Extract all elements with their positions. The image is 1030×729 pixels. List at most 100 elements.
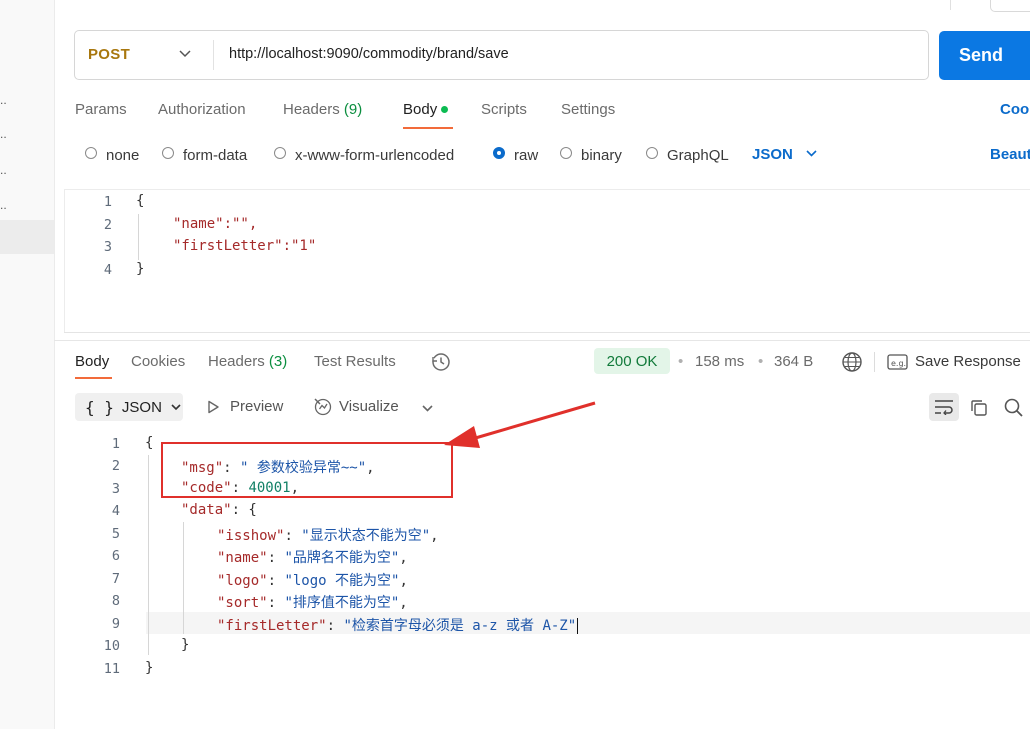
line-number: 2 (111, 458, 120, 474)
url-input[interactable]: http://localhost:9090/commodity/brand/sa… (229, 46, 509, 62)
divider (213, 40, 214, 70)
send-button[interactable]: Send (939, 31, 1030, 80)
line-number: 6 (111, 548, 120, 564)
line-number: 3 (111, 481, 120, 497)
method-select[interactable]: POST (88, 46, 130, 63)
code-line[interactable]: { (145, 435, 153, 451)
format-select[interactable]: JSON (752, 146, 818, 163)
divider (64, 189, 1030, 190)
line-number: 5 (111, 526, 120, 542)
logo-value: "logo 不能为空" (284, 573, 400, 589)
code-line[interactable]: } (181, 637, 189, 653)
sidebar-item-ellipsis[interactable]: .. (0, 128, 14, 140)
radio-label-graphql[interactable]: GraphQL (667, 147, 729, 164)
chevron-down-icon (171, 404, 181, 411)
code-line[interactable]: } (136, 261, 144, 277)
radio-label-form-data[interactable]: form-data (183, 147, 247, 164)
indent-guide (138, 214, 139, 260)
code-line[interactable]: "firstLetter":"1" (173, 238, 316, 254)
divider (874, 352, 875, 372)
tab-body[interactable]: Body (403, 101, 449, 118)
code-line[interactable]: { (136, 193, 144, 209)
sort-value: "排序值不能为空" (284, 595, 400, 611)
code-line[interactable]: "name":"", (173, 216, 257, 232)
braces-icon: { } (85, 397, 114, 417)
copy-icon[interactable] (969, 398, 989, 421)
tab-test-results[interactable]: Test Results (314, 353, 396, 370)
separator-dot: • (758, 353, 764, 370)
visualize-button[interactable]: Visualize (339, 398, 399, 415)
top-right-control[interactable] (990, 0, 1030, 12)
line-number: 11 (103, 661, 120, 677)
radio-label-binary[interactable]: binary (581, 147, 622, 164)
divider (64, 332, 1030, 333)
line-number: 1 (111, 436, 120, 452)
radio-icon[interactable] (85, 147, 97, 159)
play-icon[interactable] (206, 400, 220, 417)
code-line[interactable]: } (145, 660, 153, 676)
code-line[interactable]: "name": "品牌名不能为空", (217, 547, 408, 567)
sidebar-item-ellipsis[interactable]: .. (0, 199, 14, 211)
active-tab-indicator (403, 127, 453, 129)
visualize-icon[interactable] (312, 396, 333, 420)
status-badge[interactable]: 200 OK (594, 348, 670, 374)
tab-settings[interactable]: Settings (561, 101, 615, 118)
chevron-down-icon[interactable] (178, 46, 192, 63)
firstletter-value: "检索首字母必须是 a-z 或者 A-Z" (343, 618, 577, 634)
divider (950, 0, 951, 10)
preview-button[interactable]: Preview (230, 398, 283, 415)
radio-label-raw[interactable]: raw (514, 147, 538, 164)
line-number: 7 (111, 571, 120, 587)
tab-label: Headers (208, 353, 265, 370)
code-line[interactable]: "firstLetter": "检索首字母必须是 a-z 或者 A-Z"​ (217, 615, 579, 635)
wrap-icon (935, 400, 953, 416)
code-line[interactable]: "isshow": "显示状态不能为空", (217, 525, 439, 545)
tab-response-cookies[interactable]: Cookies (131, 353, 185, 370)
code-line[interactable]: "sort": "排序值不能为空", (217, 592, 408, 612)
radio-icon[interactable] (560, 147, 572, 159)
radio-icon[interactable] (274, 147, 286, 159)
radio-label-urlencoded[interactable]: x-www-form-urlencoded (295, 147, 454, 164)
radio-icon[interactable] (162, 147, 174, 159)
wrap-button[interactable] (929, 393, 959, 421)
radio-icon[interactable] (646, 147, 658, 159)
save-response-icon[interactable]: e.g. (887, 353, 909, 374)
annotation-arrow-icon (444, 401, 596, 448)
indent-guide (148, 455, 149, 655)
beautify-link[interactable]: Beaut (990, 146, 1030, 163)
text-cursor: ​ (577, 618, 579, 634)
line-number: 8 (111, 593, 120, 609)
radio-icon[interactable] (493, 147, 505, 159)
response-format-select[interactable]: { } JSON (75, 393, 183, 421)
radio-label-none[interactable]: none (106, 147, 139, 164)
tab-response-body[interactable]: Body (75, 353, 109, 370)
format-label: JSON (121, 398, 162, 416)
save-response-button[interactable]: Save Response (915, 353, 1021, 370)
tab-params[interactable]: Params (75, 101, 127, 118)
isshow-value: "显示状态不能为空" (301, 528, 431, 544)
divider (64, 189, 65, 333)
line-number: 4 (103, 262, 112, 278)
resize-handle[interactable] (54, 340, 1030, 341)
tab-response-headers[interactable]: Headers (3) (208, 353, 287, 370)
code-line[interactable]: "logo": "logo 不能为空", (217, 570, 408, 590)
tab-authorization[interactable]: Authorization (158, 101, 246, 118)
code-line[interactable]: "data": { (181, 502, 257, 518)
tab-headers[interactable]: Headers (9) (283, 101, 362, 118)
response-time[interactable]: 158 ms (695, 353, 744, 370)
response-size[interactable]: 364 B (774, 353, 813, 370)
sidebar-item-selected[interactable] (0, 220, 54, 254)
sidebar (0, 0, 55, 729)
line-number: 9 (111, 616, 120, 632)
globe-icon[interactable] (841, 351, 863, 376)
tab-scripts[interactable]: Scripts (481, 101, 527, 118)
cookies-link[interactable]: Coo (1000, 101, 1029, 118)
search-icon[interactable] (1003, 397, 1025, 422)
line-number: 1 (103, 194, 112, 210)
svg-text:e.g.: e.g. (891, 359, 906, 368)
history-icon[interactable] (430, 351, 452, 376)
tab-label: Body (403, 101, 438, 118)
tab-count: (3) (268, 353, 288, 370)
sidebar-item-ellipsis[interactable]: .. (0, 94, 14, 106)
sidebar-item-ellipsis[interactable]: .. (0, 164, 14, 176)
